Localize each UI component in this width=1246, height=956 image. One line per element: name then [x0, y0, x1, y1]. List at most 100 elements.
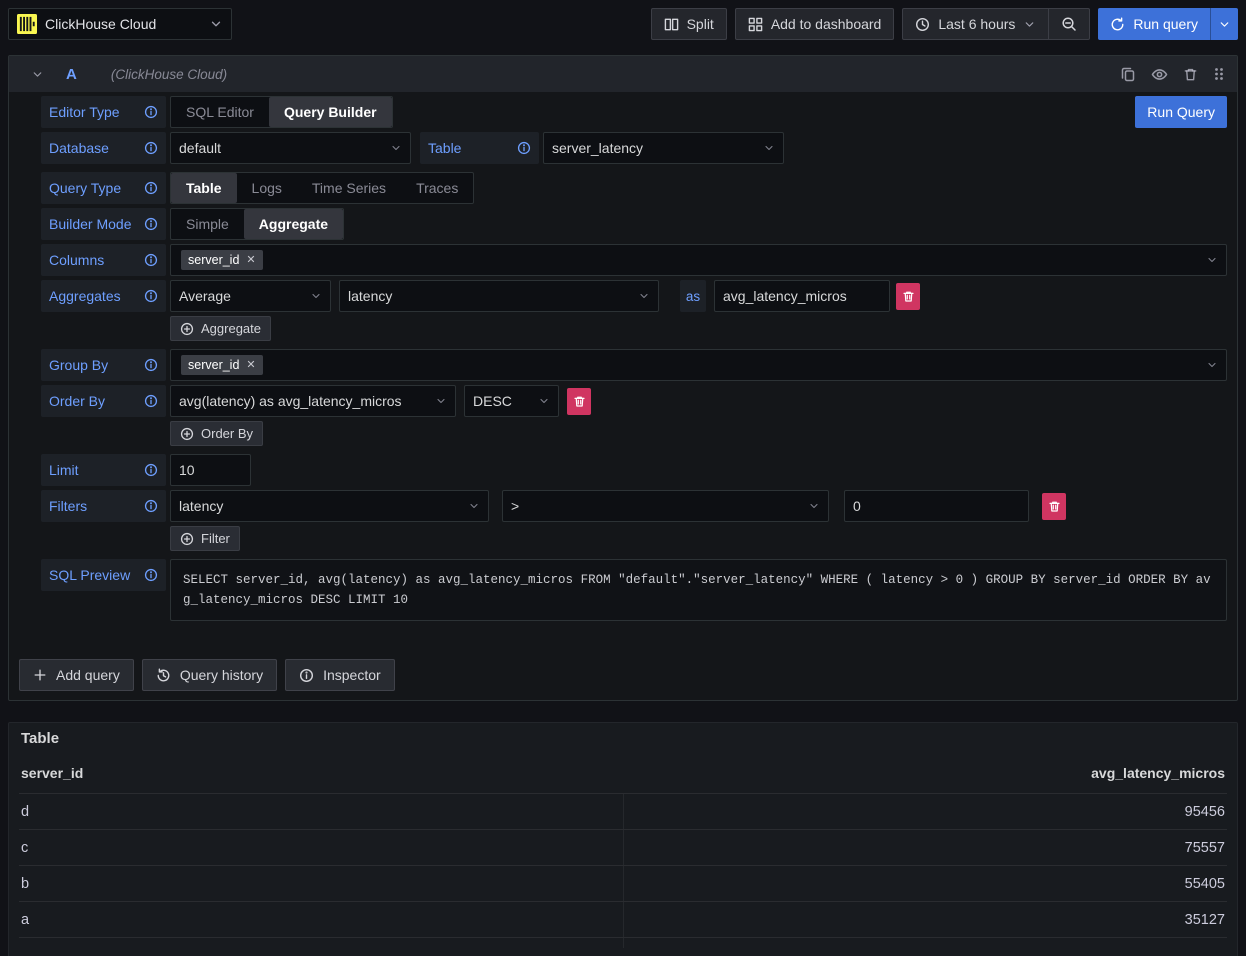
info-icon[interactable] [517, 141, 531, 155]
limit-label: Limit [41, 454, 166, 486]
limit-input[interactable] [170, 454, 251, 486]
editor-run-query-button[interactable]: Run Query [1135, 96, 1227, 128]
builder-mode-radio-group: Simple Aggregate [170, 208, 344, 240]
chevron-down-icon [1218, 18, 1231, 31]
sql-preview-text: SELECT server_id, avg(latency) as avg_la… [170, 559, 1227, 621]
query-type-option-traces[interactable]: Traces [401, 173, 473, 203]
query-type-option-time-series[interactable]: Time Series [297, 173, 401, 203]
query-history-button[interactable]: Query history [142, 659, 277, 691]
query-type-option-table[interactable]: Table [171, 173, 237, 203]
query-type-option-logs[interactable]: Logs [237, 173, 297, 203]
eye-icon[interactable] [1151, 66, 1168, 83]
datasource-name: ClickHouse Cloud [45, 16, 201, 32]
editor-type-option-sql-editor[interactable]: SQL Editor [171, 97, 269, 127]
chevron-down-icon [1023, 18, 1036, 31]
chevron-down-icon [460, 500, 480, 512]
plus-icon [33, 668, 47, 682]
duplicate-query-icon[interactable] [1120, 66, 1136, 82]
time-zoom-out-button[interactable] [1048, 9, 1089, 39]
info-icon[interactable] [144, 568, 158, 582]
add-order-by-button[interactable]: Order By [170, 421, 263, 446]
filter-operator-select[interactable]: > [502, 490, 829, 522]
column-header-server-id[interactable]: server_id [21, 765, 623, 781]
database-select[interactable]: default [170, 132, 411, 164]
sync-icon [1110, 17, 1125, 32]
table-row-stub [19, 937, 1227, 948]
explore-page: ClickHouse Cloud Split Add to dashboard … [0, 0, 1246, 956]
remove-chip-icon[interactable]: ✕ [246, 255, 255, 266]
order-by-field-select[interactable]: avg(latency) as avg_latency_micros [170, 385, 456, 417]
aggregate-function-select[interactable]: Average [170, 280, 331, 312]
run-query-label: Run query [1133, 16, 1198, 32]
info-icon[interactable] [144, 253, 158, 267]
filter-value-input[interactable] [844, 490, 1029, 522]
query-ref-id[interactable]: A [66, 66, 77, 83]
run-query-button[interactable]: Run query [1098, 8, 1210, 40]
order-by-direction-select[interactable]: DESC [464, 385, 559, 417]
split-button[interactable]: Split [651, 8, 727, 40]
info-icon[interactable] [144, 105, 158, 119]
query-editor-header: A (ClickHouse Cloud) [9, 56, 1237, 92]
query-builder-form: Editor Type SQL Editor Query Builder Run… [9, 92, 1237, 633]
toolbar-actions: Split Add to dashboard Last 6 hours [651, 8, 1238, 40]
split-label: Split [687, 16, 714, 32]
top-toolbar: ClickHouse Cloud Split Add to dashboard … [8, 8, 1238, 40]
add-to-dashboard-button[interactable]: Add to dashboard [735, 8, 895, 40]
info-icon[interactable] [144, 499, 158, 513]
filter-column-select[interactable]: latency [170, 490, 489, 522]
trash-icon[interactable] [1183, 67, 1198, 82]
remove-aggregate-button[interactable] [896, 283, 920, 310]
aggregate-column-select[interactable]: latency [339, 280, 659, 312]
table-row[interactable]: c 75557 [19, 829, 1227, 865]
query-type-radio-group: Table Logs Time Series Traces [170, 172, 474, 204]
columns-multiselect[interactable]: server_id ✕ [170, 244, 1227, 276]
table-row[interactable]: a 35127 [19, 901, 1227, 937]
split-icon [664, 17, 679, 32]
column-header-avg-latency-micros[interactable]: avg_latency_micros [623, 765, 1225, 781]
aggregate-alias-input[interactable] [714, 280, 890, 312]
query-editor-footer: Add query Query history Inspector [9, 633, 1237, 700]
columns-label: Columns [41, 244, 166, 276]
add-query-button[interactable]: Add query [19, 659, 134, 691]
history-icon [156, 668, 171, 683]
trash-icon [902, 290, 915, 303]
info-icon[interactable] [144, 217, 158, 231]
table-row[interactable]: d 95456 [19, 793, 1227, 829]
group-by-multiselect[interactable]: server_id ✕ [170, 349, 1227, 381]
chevron-down-icon [382, 142, 402, 154]
chevron-down-icon [630, 290, 650, 302]
builder-mode-option-simple[interactable]: Simple [171, 209, 244, 239]
run-query-dropdown-button[interactable] [1210, 8, 1238, 40]
collapse-chevron-icon[interactable] [31, 68, 44, 81]
trash-icon [1048, 500, 1061, 513]
chevron-down-icon [755, 142, 775, 154]
add-filter-button[interactable]: Filter [170, 526, 240, 551]
editor-type-radio-group: SQL Editor Query Builder [170, 96, 393, 128]
table-select[interactable]: server_latency [543, 132, 784, 164]
apps-grid-icon [748, 17, 763, 32]
info-icon[interactable] [144, 289, 158, 303]
info-icon[interactable] [144, 463, 158, 477]
info-icon[interactable] [144, 141, 158, 155]
query-editor-panel: A (ClickHouse Cloud) Editor Type SQL Edi… [8, 55, 1238, 701]
info-icon[interactable] [144, 181, 158, 195]
remove-chip-icon[interactable]: ✕ [246, 360, 255, 371]
info-icon[interactable] [144, 358, 158, 372]
group-by-chip: server_id ✕ [181, 355, 263, 375]
time-picker-group: Last 6 hours [902, 8, 1090, 40]
trash-icon [573, 395, 586, 408]
add-aggregate-button[interactable]: Aggregate [170, 316, 271, 341]
inspector-button[interactable]: Inspector [285, 659, 395, 691]
table-row[interactable]: b 55405 [19, 865, 1227, 901]
drag-handle-icon[interactable] [1213, 66, 1225, 82]
remove-filter-button[interactable] [1042, 493, 1066, 520]
plus-circle-icon [180, 532, 194, 546]
info-icon[interactable] [144, 394, 158, 408]
builder-mode-option-aggregate[interactable]: Aggregate [244, 209, 343, 239]
remove-order-by-button[interactable] [567, 388, 591, 415]
plus-circle-icon [180, 427, 194, 441]
datasource-picker[interactable]: ClickHouse Cloud [8, 8, 232, 40]
time-range-button[interactable]: Last 6 hours [903, 9, 1048, 39]
table-label: Table [420, 132, 539, 164]
editor-type-option-query-builder[interactable]: Query Builder [269, 97, 392, 127]
